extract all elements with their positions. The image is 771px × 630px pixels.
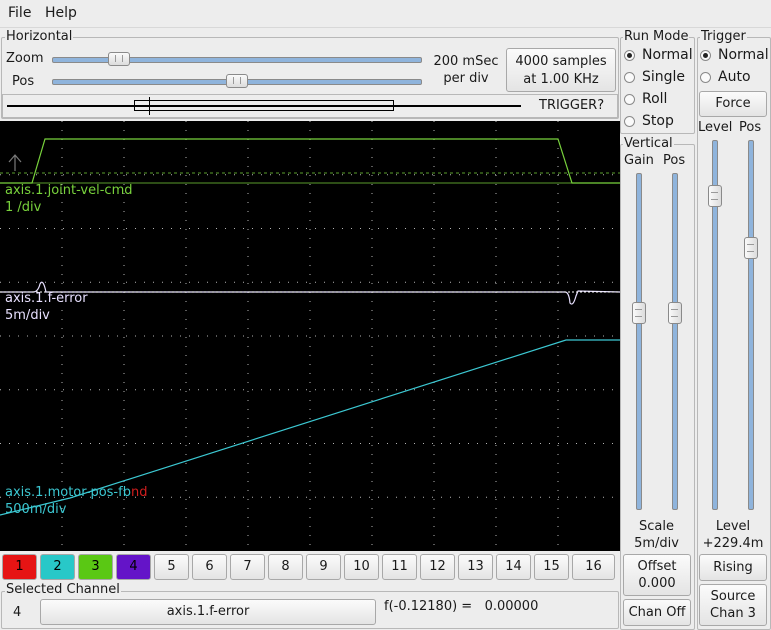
- channel-11-button[interactable]: 11: [382, 554, 417, 580]
- trace-f-error: [0, 281, 621, 305]
- vertical-gain-slider[interactable]: [636, 173, 642, 510]
- trigger-pos-slider[interactable]: [748, 140, 754, 510]
- trigger-pos-slider-thumb[interactable]: [744, 237, 758, 260]
- radio-indicator-icon: [624, 71, 635, 83]
- channel-8-button[interactable]: 8: [268, 554, 303, 580]
- channel-16-button[interactable]: 16: [572, 554, 615, 580]
- cursor-readout: f(-0.12180) = 0.00000: [384, 599, 539, 614]
- trigger-status: TRIGGER?: [539, 98, 605, 113]
- zoom-slider-thumb[interactable]: [107, 52, 130, 66]
- run-mode-option-label: Single: [642, 69, 686, 85]
- selected-channel-title: Selected Channel: [5, 582, 121, 597]
- trace-scale-motor-pos-fb: 500m/div: [5, 502, 67, 517]
- channel-15-button[interactable]: 15: [534, 554, 569, 580]
- run-mode-single-radio[interactable]: Single: [624, 69, 685, 85]
- vertical-offset-label: Offset: [637, 559, 677, 574]
- channel-10-button[interactable]: 10: [344, 554, 379, 580]
- vertical-pos-slider[interactable]: [672, 173, 678, 510]
- vertical-pos-label: Pos: [663, 153, 686, 168]
- channel-13-button[interactable]: 13: [458, 554, 493, 580]
- channel-14-button[interactable]: 14: [496, 554, 531, 580]
- trace-label-motor-pos-fb: axis.1.motor-pos-fbnd: [5, 485, 147, 500]
- selected-signal-button[interactable]: axis.1.f-error: [40, 599, 376, 625]
- trigger-title: Trigger: [700, 29, 747, 44]
- trace-label-f-error: axis.1.f-error: [5, 291, 88, 306]
- vertical-title: Vertical: [623, 136, 674, 151]
- trigger-marker: [149, 97, 150, 115]
- vertical-offset-button[interactable]: Offset 0.000: [623, 554, 691, 596]
- trigger-level-label: Level: [698, 120, 733, 135]
- trace-label-overlap-text: nd: [130, 485, 148, 500]
- vertical-scale-label: Scale: [639, 519, 674, 534]
- record-position-bar[interactable]: TRIGGER?: [2, 94, 618, 118]
- channel-4-button[interactable]: 4: [116, 554, 151, 580]
- radio-indicator-icon: [700, 71, 711, 83]
- run-mode-option-label: Roll: [642, 91, 668, 107]
- radio-indicator-icon: [624, 93, 635, 105]
- run-mode-roll-radio[interactable]: Roll: [624, 91, 667, 107]
- help-menu[interactable]: Help: [45, 5, 77, 21]
- run-mode-title: Run Mode: [623, 29, 690, 44]
- time-per-div-unit: per div: [443, 71, 489, 86]
- channel-12-button[interactable]: 12: [420, 554, 455, 580]
- channel-3-button[interactable]: 3: [78, 554, 113, 580]
- trace-scale-joint-vel-cmd: 1 /div: [5, 200, 42, 215]
- trigger-level-slider-thumb[interactable]: [708, 185, 722, 208]
- samples-button[interactable]: 4000 samples at 1.00 KHz: [506, 48, 616, 92]
- record-window: [134, 100, 394, 111]
- zoom-label: Zoom: [6, 51, 44, 66]
- trace-joint-vel-cmd: [0, 138, 620, 184]
- file-menu[interactable]: File: [8, 5, 31, 21]
- trigger-source-value: Chan 3: [710, 606, 756, 621]
- time-per-div: 200 mSec per div: [430, 53, 502, 87]
- vertical-offset-value: 0.000: [638, 576, 676, 591]
- trigger-level-caption: Level: [715, 519, 751, 534]
- vertical-scale-value: 5m/div: [634, 536, 679, 551]
- channel-2-button[interactable]: 2: [40, 554, 75, 580]
- trace-label-joint-vel-cmd: axis.1.joint-vel-cmd: [5, 183, 133, 198]
- radio-indicator-icon: [624, 115, 635, 127]
- trace-label-motor-pos-fb-text: axis.1.motor-pos-fb: [5, 485, 131, 500]
- samples-count: 4000 samples: [515, 54, 607, 69]
- trigger-level-readout: Level +229.4m: [697, 518, 769, 552]
- run-mode-normal-radio[interactable]: Normal: [624, 47, 693, 63]
- time-per-div-value: 200 mSec: [433, 54, 499, 69]
- run-mode-option-label: Stop: [642, 113, 674, 129]
- trace-scale-f-error: 5m/div: [5, 308, 50, 323]
- radio-indicator-icon: [700, 49, 711, 61]
- vertical-pos-slider-thumb[interactable]: [668, 302, 682, 325]
- trigger-mode-normal-radio[interactable]: Normal: [700, 47, 769, 63]
- horizontal-pos-slider-thumb[interactable]: [226, 74, 248, 88]
- trigger-mode-option-label: Auto: [718, 69, 751, 85]
- trigger-edge-button[interactable]: Rising: [699, 554, 767, 581]
- sample-rate: at 1.00 KHz: [523, 72, 599, 87]
- trigger-source-button[interactable]: Source Chan 3: [699, 584, 767, 626]
- pos-label: Pos: [12, 74, 35, 89]
- channel-5-button[interactable]: 5: [154, 554, 189, 580]
- trigger-level-value: +229.4m: [702, 536, 764, 551]
- channel-1-button[interactable]: 1: [2, 554, 37, 580]
- vertical-scale-readout: Scale 5m/div: [620, 518, 693, 552]
- trigger-source-label: Source: [710, 589, 756, 604]
- trigger-mode-auto-radio[interactable]: Auto: [700, 69, 751, 85]
- force-trigger-button[interactable]: Force: [699, 91, 767, 117]
- run-mode-option-label: Normal: [642, 47, 693, 63]
- run-mode-stop-radio[interactable]: Stop: [624, 113, 674, 129]
- trigger-arrow-icon: [8, 154, 22, 171]
- vertical-gain-slider-thumb[interactable]: [632, 302, 646, 325]
- menubar: File Help: [0, 0, 771, 28]
- vertical-gain-label: Gain: [624, 153, 654, 168]
- channel-7-button[interactable]: 7: [230, 554, 265, 580]
- chan-off-button[interactable]: Chan Off: [623, 599, 691, 626]
- trigger-mode-option-label: Normal: [718, 47, 769, 63]
- horizontal-title: Horizontal: [5, 29, 74, 44]
- radio-indicator-icon: [624, 49, 635, 61]
- channel-6-button[interactable]: 6: [192, 554, 227, 580]
- trigger-pos-label: Pos: [739, 120, 762, 135]
- scope-display: axis.1.joint-vel-cmd 1 /div axis.1.f-err…: [0, 121, 621, 551]
- selected-channel-number: 4: [13, 605, 22, 620]
- channel-9-button[interactable]: 9: [306, 554, 341, 580]
